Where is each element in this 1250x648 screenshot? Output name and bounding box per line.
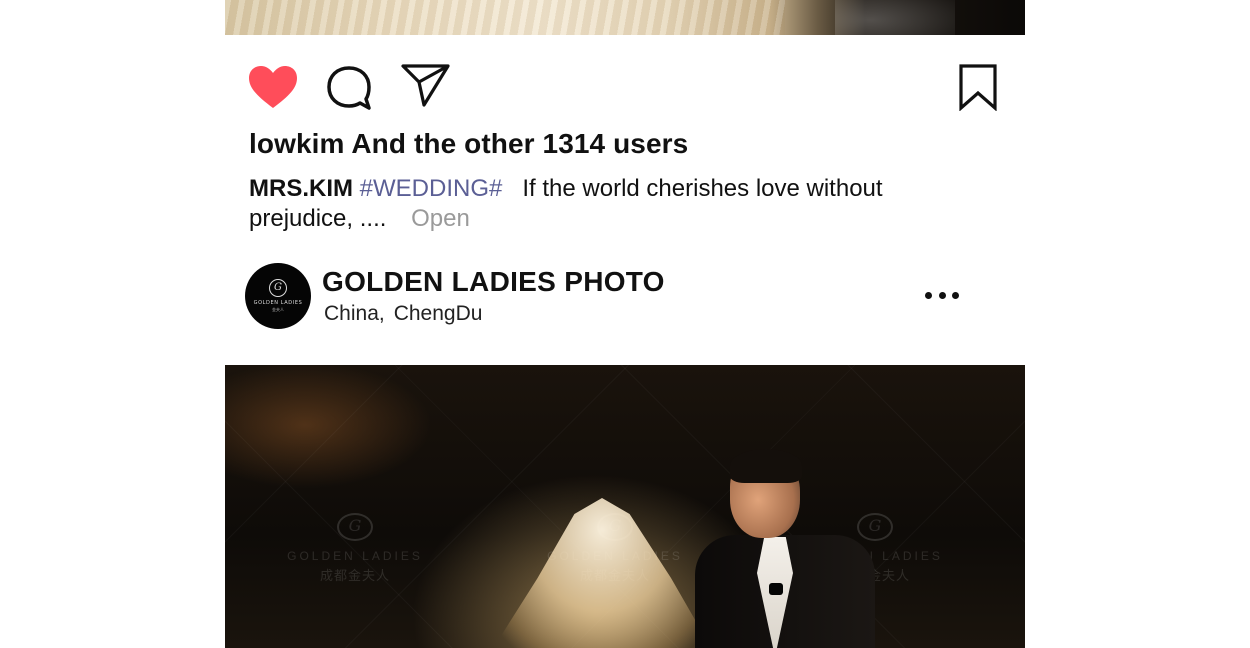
comment-icon[interactable] [325, 64, 373, 112]
feed-card: lowkim And the other 1314 users MRS.KIM … [225, 0, 1025, 648]
post-photo[interactable]: G GOLDEN LADIES 成都金夫人 G GOLDEN LADIES 成都… [225, 365, 1025, 648]
watermark: G GOLDEN LADIES 成都金夫人 [285, 513, 425, 584]
location-city: ChengDu [393, 302, 483, 325]
dot [925, 291, 932, 299]
logo-icon: G [269, 279, 287, 297]
watermark-logo-icon: G [337, 513, 373, 541]
caption-hashtag[interactable]: #WEDDING# [360, 175, 503, 202]
send-icon[interactable] [401, 62, 451, 108]
avatar[interactable]: G GOLDEN LADIES 金夫人 [245, 263, 311, 329]
caption-more-link[interactable]: Open [411, 205, 470, 232]
caption-author[interactable]: MRS.KIM [249, 175, 353, 202]
post-location[interactable]: China, ChengDu [324, 302, 482, 326]
avatar-logo-sub: 金夫人 [272, 307, 284, 312]
location-country: China, [324, 302, 385, 325]
more-options-icon[interactable] [925, 286, 959, 304]
groom-hair [730, 449, 802, 483]
dot [938, 291, 946, 299]
watermark-text: GOLDEN LADIES [287, 549, 423, 563]
action-bar [225, 0, 1025, 120]
bookmark-icon[interactable] [958, 63, 998, 111]
watermark-sub: 成都金夫人 [319, 568, 390, 583]
post-caption: MRS.KIM #WEDDING# If the world cherishes… [249, 174, 929, 234]
account-name[interactable]: GOLDEN LADIES PHOTO [322, 266, 665, 298]
dot [952, 291, 959, 299]
heart-icon[interactable] [247, 64, 299, 112]
watermark-logo-icon: G [857, 513, 893, 541]
bowtie [769, 583, 783, 595]
avatar-logo-text: GOLDEN LADIES [253, 300, 303, 306]
likes-count[interactable]: lowkim And the other 1314 users [249, 128, 688, 160]
